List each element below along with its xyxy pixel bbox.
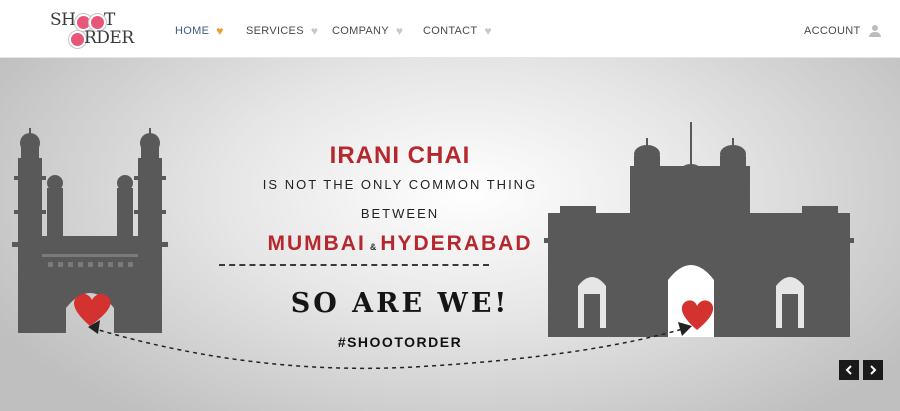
nav-services[interactable]: SERVICES ♥ <box>246 25 318 37</box>
account-label: ACCOUNT <box>804 25 861 37</box>
nav-contact[interactable]: CONTACT ♥ <box>423 25 492 37</box>
city-hyderabad: HYDERABAD <box>380 232 533 255</box>
nav-company[interactable]: COMPANY ♥ <box>332 25 403 37</box>
nav-contact-label: CONTACT <box>423 25 478 37</box>
hero-line3: BETWEEN <box>360 206 440 221</box>
user-icon <box>868 25 881 37</box>
hero-slider: IRANI CHAI IS NOT THE ONLY COMMON THING … <box>0 58 900 411</box>
slider-next-button[interactable] <box>863 360 883 380</box>
nav-home-label: HOME <box>175 25 210 37</box>
hero-cities: MUMBAI & HYDERABAD <box>200 232 600 256</box>
dashed-divider <box>219 264 489 266</box>
nav-company-label: COMPANY <box>332 25 389 37</box>
logo-line2: RDER <box>84 28 134 48</box>
hero-tagline: SO ARE WE! <box>290 288 510 319</box>
hero-line2: IS NOT THE ONLY COMMON THING <box>262 177 538 192</box>
top-navigation: SH T RDER HOME ♥ SERVICES ♥ COMPANY ♥ CO… <box>0 0 900 58</box>
logo-line1: SH <box>50 10 76 30</box>
shootorder-logo[interactable]: SH T RDER <box>50 10 150 52</box>
chevron-left-icon <box>845 365 852 375</box>
heart-icon: ♥ <box>484 24 492 38</box>
ampersand: & <box>369 242 377 252</box>
chevron-right-icon <box>870 365 877 375</box>
nav-home[interactable]: HOME ♥ <box>175 25 224 37</box>
heart-icon: ♥ <box>310 24 319 38</box>
heart-icon: ♥ <box>395 24 404 38</box>
logo-line1-tail: T <box>104 10 115 30</box>
hero-headline: IRANI CHAI <box>329 142 471 169</box>
slider-prev-button[interactable] <box>839 360 859 380</box>
account-link[interactable]: ACCOUNT <box>804 25 881 37</box>
city-mumbai: MUMBAI <box>267 232 366 255</box>
heart-icon: ♥ <box>216 24 224 38</box>
hero-hashtag: #SHOOTORDER <box>337 334 463 350</box>
heart-left-icon <box>74 293 111 326</box>
nav-services-label: SERVICES <box>246 25 304 37</box>
